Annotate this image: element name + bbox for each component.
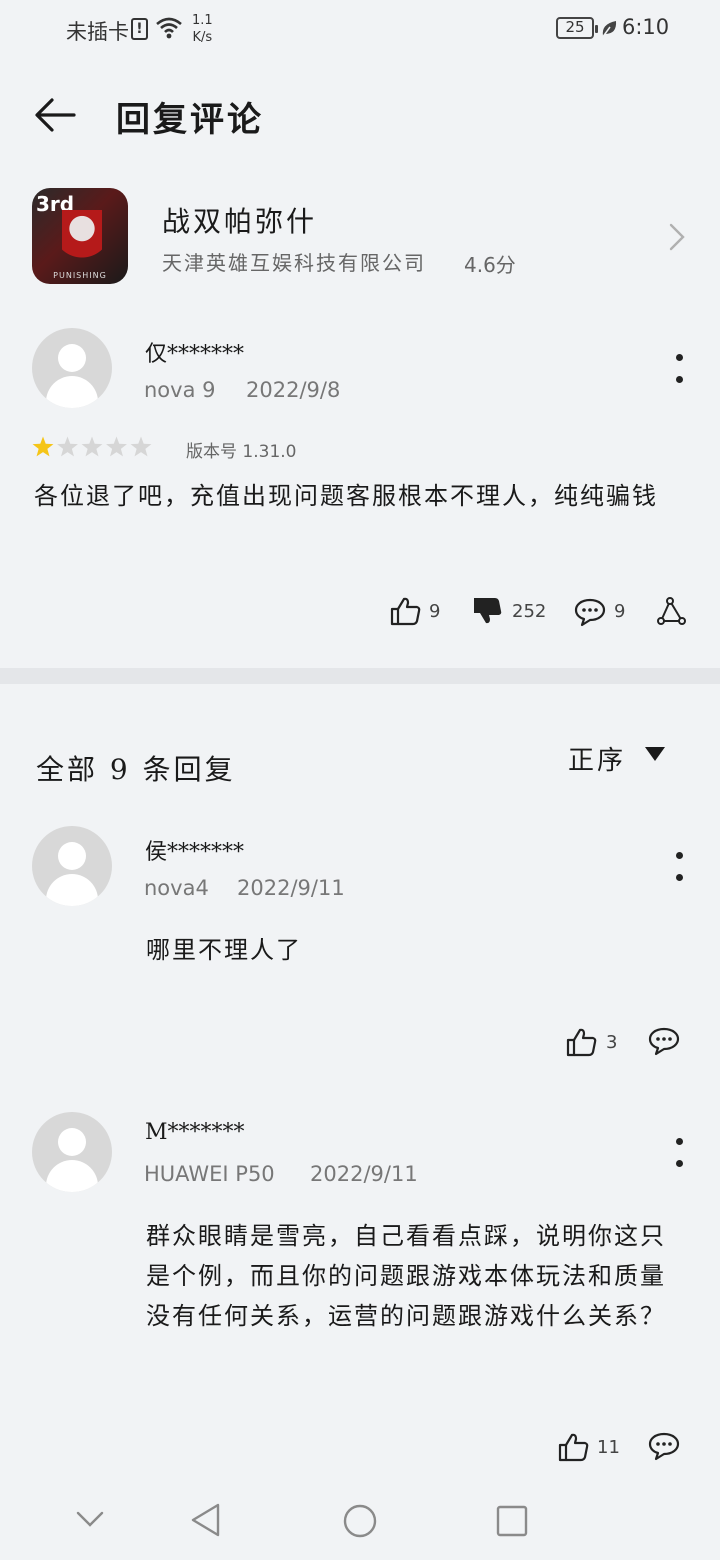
carrier-label: 未插卡 bbox=[66, 20, 129, 44]
app-score: 4.6分 bbox=[464, 253, 516, 277]
system-nav-bar bbox=[0, 1480, 720, 1560]
star-rating bbox=[32, 436, 152, 457]
star-empty-icon bbox=[130, 436, 152, 457]
like-count: 3 bbox=[606, 1032, 618, 1053]
clock: 6:10 bbox=[622, 15, 670, 39]
thumbs-down-icon[interactable] bbox=[472, 596, 504, 626]
comment-icon[interactable] bbox=[648, 1431, 680, 1461]
review-text: 各位退了吧，充值出现问题客服根本不理人，纯纯骗钱 bbox=[34, 482, 658, 510]
thumbs-up-icon[interactable] bbox=[558, 1432, 590, 1462]
star-filled-icon bbox=[32, 436, 54, 457]
reply-username: 侯******* bbox=[145, 840, 245, 865]
comment-icon[interactable] bbox=[574, 597, 606, 627]
avatar[interactable] bbox=[32, 826, 112, 906]
reply-text: 哪里不理人了 bbox=[146, 936, 302, 964]
app-icon-character bbox=[62, 210, 102, 272]
chevron-right-icon[interactable] bbox=[664, 222, 688, 252]
like-count: 11 bbox=[597, 1437, 620, 1458]
more-icon[interactable] bbox=[670, 1132, 690, 1172]
share-icon[interactable] bbox=[656, 597, 688, 627]
reply-device: HUAWEI P50 bbox=[144, 1162, 275, 1186]
sim-alert-icon: ! bbox=[131, 18, 148, 40]
leaf-icon bbox=[601, 21, 617, 39]
more-icon[interactable] bbox=[670, 846, 690, 886]
page-title: 回复评论 bbox=[116, 100, 264, 140]
section-divider bbox=[0, 668, 720, 684]
avatar[interactable] bbox=[32, 328, 112, 408]
replies-title: 全部 9 条回复 bbox=[36, 753, 236, 786]
wifi-icon bbox=[156, 17, 182, 39]
version-label: 版本号 bbox=[186, 442, 237, 462]
network-speed-value: 1.1 bbox=[192, 13, 213, 28]
reply-device: nova4 bbox=[144, 876, 209, 900]
star-empty-icon bbox=[106, 436, 127, 457]
status-bar: 未插卡 ! 1.1 K/s 25 6:10 bbox=[0, 0, 720, 60]
app-developer: 天津英雄互娱科技有限公司 bbox=[162, 251, 426, 275]
dislike-count: 252 bbox=[512, 601, 547, 622]
thumbs-up-icon[interactable] bbox=[390, 596, 422, 626]
nav-recents-icon[interactable] bbox=[496, 1505, 528, 1537]
network-speed: 1.1 K/s bbox=[192, 12, 213, 46]
more-icon[interactable] bbox=[670, 348, 690, 388]
avatar[interactable] bbox=[32, 1112, 112, 1192]
nav-back-icon[interactable] bbox=[190, 1502, 222, 1538]
comment-count: 9 bbox=[614, 601, 626, 622]
app-icon[interactable]: 3rd PUNISHING bbox=[32, 188, 128, 284]
battery-icon: 25 bbox=[556, 17, 598, 39]
reply-date: 2022/9/11 bbox=[310, 1162, 418, 1186]
back-arrow-icon[interactable] bbox=[32, 92, 78, 138]
comment-icon[interactable] bbox=[648, 1026, 680, 1056]
review-username: 仅******* bbox=[145, 342, 245, 367]
review-device: nova 9 bbox=[144, 378, 216, 402]
version-number: 1.31.0 bbox=[242, 442, 297, 462]
sort-dropdown[interactable]: 正序 bbox=[568, 740, 626, 777]
star-empty-icon bbox=[81, 436, 103, 457]
app-icon-subtitle: PUNISHING bbox=[53, 271, 107, 280]
like-count: 9 bbox=[429, 601, 441, 622]
star-empty-icon bbox=[57, 436, 78, 457]
caret-down-icon[interactable] bbox=[644, 746, 666, 762]
reply-username: M******* bbox=[145, 1120, 245, 1145]
network-speed-unit: K/s bbox=[192, 30, 213, 45]
chevron-down-icon[interactable] bbox=[76, 1510, 104, 1528]
nav-home-icon[interactable] bbox=[342, 1503, 378, 1539]
app-name[interactable]: 战双帕弥什 bbox=[162, 200, 317, 240]
review-date: 2022/9/8 bbox=[246, 378, 341, 402]
reply-text: 群众眼睛是雪亮，自己看看点踩，说明你这只是个例，而且你的问题跟游戏本体玩法和质量… bbox=[146, 1222, 666, 1330]
version: 版本号 1.31.0 bbox=[186, 437, 296, 462]
reply-date: 2022/9/11 bbox=[237, 876, 345, 900]
thumbs-up-icon[interactable] bbox=[566, 1027, 598, 1057]
